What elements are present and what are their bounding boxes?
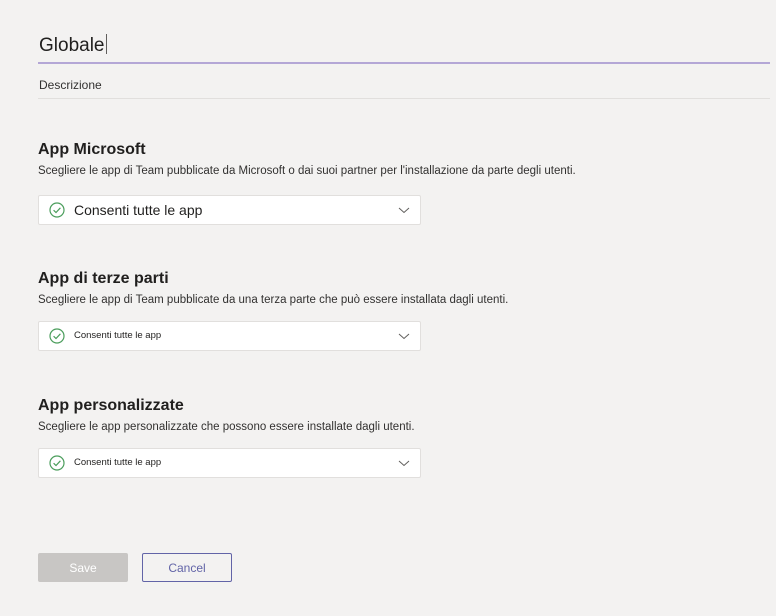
policy-name-value: Globale xyxy=(39,34,107,56)
custom-apps-dropdown[interactable]: Consenti tutte le app xyxy=(38,448,421,478)
chevron-down-icon xyxy=(398,333,410,340)
third-party-apps-dropdown[interactable]: Consenti tutte le app xyxy=(38,321,421,351)
section-custom-apps: App personalizzate Scegliere le app pers… xyxy=(38,396,770,434)
section-microsoft-apps: App Microsoft Scegliere le app di Team p… xyxy=(38,140,770,178)
policy-name-input[interactable]: Globale xyxy=(38,24,770,64)
section-title: App Microsoft xyxy=(38,141,146,158)
cancel-button[interactable]: Cancel xyxy=(142,553,232,582)
description-placeholder: Descrizione xyxy=(39,78,102,92)
check-circle-icon xyxy=(49,455,65,471)
section-description: Scegliere le app di Team pubblicate da u… xyxy=(38,294,509,306)
dropdown-selected-value: Consenti tutte le app xyxy=(74,330,162,341)
check-circle-icon xyxy=(49,202,65,218)
save-button[interactable]: Save xyxy=(38,553,128,582)
chevron-down-icon xyxy=(398,207,410,214)
section-title: App di terze parti xyxy=(38,270,169,287)
chevron-down-icon xyxy=(398,460,410,467)
dropdown-selected-value: Consenti tutte le app xyxy=(74,457,162,468)
section-description: Scegliere le app di Team pubblicate da M… xyxy=(38,165,576,177)
dropdown-selected-value: Consenti tutte le app xyxy=(74,202,203,218)
section-description: Scegliere le app personalizzate che poss… xyxy=(38,421,415,433)
section-title: App personalizzate xyxy=(38,397,184,414)
check-circle-icon xyxy=(49,328,65,344)
section-third-party-apps: App di terze parti Scegliere le app di T… xyxy=(38,269,770,307)
text-caret xyxy=(105,34,107,54)
policy-description-input[interactable]: Descrizione xyxy=(38,70,770,99)
microsoft-apps-dropdown[interactable]: Consenti tutte le app xyxy=(38,195,421,225)
